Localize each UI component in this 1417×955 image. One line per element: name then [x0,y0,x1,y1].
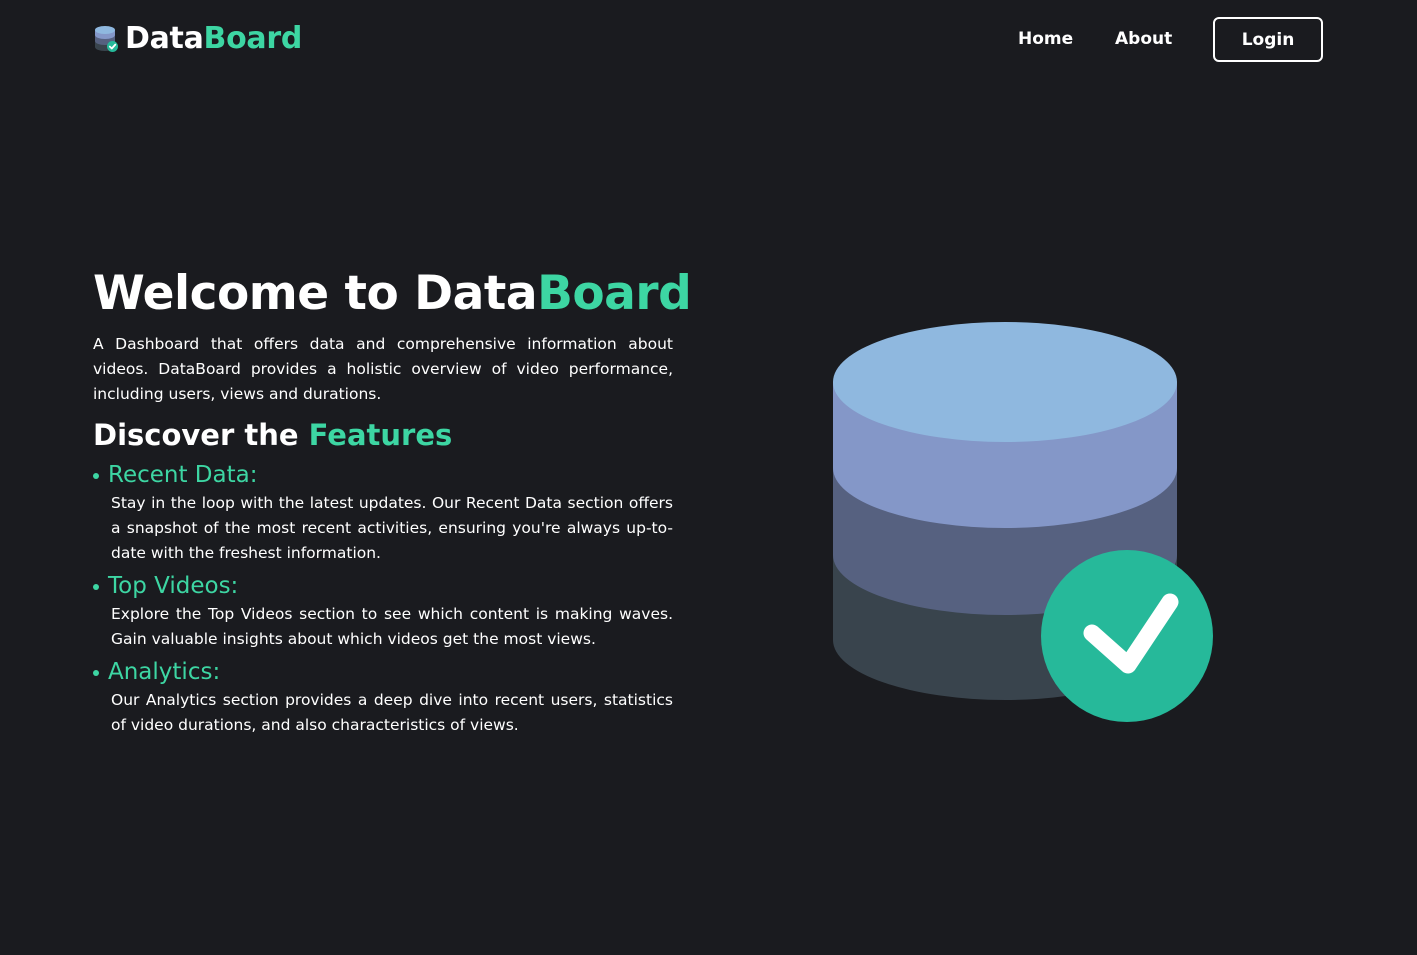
feature-description: Stay in the loop with the latest updates… [111,494,673,562]
feature-description: Explore the Top Videos section to see wh… [111,605,673,648]
bullet-icon [93,670,99,676]
navbar: DataBoard Home About Login [0,0,1417,80]
feature-description: Our Analytics section provides a deep di… [111,691,673,734]
hero-title-part2: Board [537,266,692,321]
feature-heading: Recent Data: [93,459,673,491]
feature-recent-data: Recent Data: Stay in the loop with the l… [93,459,673,566]
features-title-part2: Features [308,418,453,452]
features-title: Discover the Features [93,415,673,455]
brand-logo-link[interactable]: DataBoard [93,20,302,58]
bullet-icon [93,584,99,590]
database-illustration [833,322,1213,722]
bullet-icon [93,473,99,479]
hero-title: Welcome to DataBoard [93,262,692,326]
login-button[interactable]: Login [1213,17,1323,62]
hero-section: Welcome to DataBoard A Dashboard that of… [93,262,692,738]
brand-name: DataBoard [125,20,302,58]
database-check-icon [833,322,1213,722]
check-circle [1041,550,1213,722]
feature-title: Top Videos: [108,573,239,599]
feature-title: Analytics: [108,659,221,685]
feature-title: Recent Data: [108,462,258,488]
nav-link-home[interactable]: Home [1018,26,1073,52]
brand-name-part2: Board [203,21,303,56]
feature-top-videos: Top Videos: Explore the Top Videos secti… [93,570,673,652]
hero-title-part1: Welcome to Data [93,266,538,321]
db-top-surface [833,322,1177,442]
feature-heading: Top Videos: [93,570,673,602]
database-check-icon [95,26,118,52]
hero-description: A Dashboard that offers data and compreh… [93,335,673,403]
brand-name-part1: Data [125,21,204,56]
feature-analytics: Analytics: Our Analytics section provide… [93,656,673,738]
features-title-part1: Discover the [93,418,309,452]
feature-heading: Analytics: [93,656,673,688]
nav-link-about[interactable]: About [1115,26,1172,52]
